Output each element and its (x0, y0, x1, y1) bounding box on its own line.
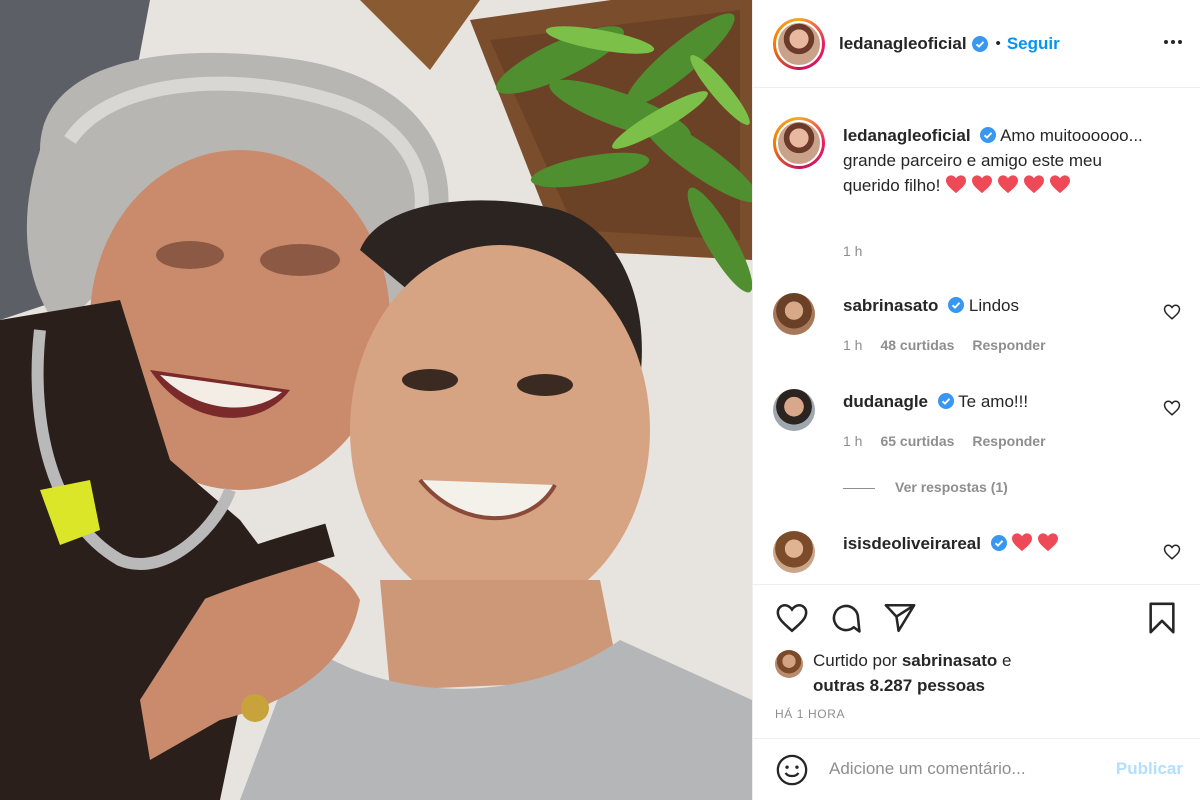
red-heart-icon (1050, 175, 1071, 194)
comment-text: dudanagle Te amo!!! (843, 389, 1141, 414)
comment-time[interactable]: 1 h (843, 433, 862, 449)
comment-meta: 1 h 65 curtidas Responder (843, 433, 1046, 449)
red-heart-icon (1038, 533, 1059, 552)
comment-item: sabrinasato Lindos 1 h 48 curtidas Respo… (773, 289, 1181, 359)
comment-text: sabrinasato Lindos (843, 293, 1141, 318)
comment-hearts (1011, 533, 1063, 553)
comment-likes[interactable]: 48 curtidas (880, 337, 954, 353)
red-heart-icon (1024, 175, 1045, 194)
post-side-panel: ledanagleoficial • Seguir ledanagleofici… (752, 0, 1200, 800)
liked-by-prefix: Curtido por (813, 651, 898, 670)
commenter-avatar[interactable] (773, 293, 815, 335)
liked-by-others[interactable]: outras 8.287 pessoas (813, 676, 985, 695)
smiley-icon[interactable] (775, 753, 809, 787)
red-heart-icon (1012, 533, 1033, 552)
caption-text: ledanagleoficial Amo muitoooooo... grand… (843, 123, 1161, 198)
comment-body: Te amo!!! (958, 392, 1029, 411)
comment-time[interactable]: 1 h (843, 337, 862, 353)
caption-hearts (945, 175, 1075, 195)
caption: ledanagleoficial Amo muitoooooo... grand… (773, 117, 1181, 259)
bookmark-icon[interactable] (1145, 601, 1179, 635)
comment-username[interactable]: isisdeoliveirareal (843, 534, 981, 553)
verified-badge-icon (937, 393, 954, 409)
comment-item: dudanagle Te amo!!! 1 h 65 curtidas Resp… (773, 385, 1181, 455)
red-heart-icon (998, 175, 1019, 194)
red-heart-icon (972, 175, 993, 194)
header-separator: • (995, 35, 1001, 52)
verified-badge-icon (971, 35, 988, 52)
comment-body: Lindos (968, 296, 1020, 315)
author-username[interactable]: ledanagleoficial (839, 34, 967, 54)
comment-username[interactable]: sabrinasato (843, 296, 938, 315)
comments-list[interactable]: ledanagleoficial Amo muitoooooo... grand… (753, 89, 1200, 584)
reply-button[interactable]: Responder (972, 433, 1045, 449)
commenter-avatar[interactable] (773, 389, 815, 431)
verified-badge-icon (948, 297, 965, 313)
verified-badge-icon (990, 535, 1007, 551)
comment-item: isisdeoliveirareal (773, 527, 1181, 583)
instagram-post: ledanagleoficial • Seguir ledanagleofici… (0, 0, 1200, 800)
more-horizontal-icon[interactable] (1161, 30, 1185, 54)
replies-divider (843, 488, 875, 489)
comment-like-heart-icon[interactable] (1163, 399, 1181, 417)
comment-like-heart-icon[interactable] (1163, 543, 1181, 561)
heart-outline-icon[interactable] (775, 601, 809, 635)
comment-text: isisdeoliveirareal (843, 531, 1141, 556)
post-photo[interactable] (0, 0, 752, 800)
comment-input[interactable] (829, 759, 1079, 779)
post-time-ago[interactable]: HÁ 1 HORA (775, 707, 845, 721)
comment-bubble-icon[interactable] (829, 601, 863, 635)
selfie-illustration (0, 0, 752, 800)
red-heart-icon (946, 175, 967, 194)
publish-button[interactable]: Publicar (1116, 759, 1183, 779)
reply-button[interactable]: Responder (972, 337, 1045, 353)
view-replies-row[interactable]: Ver respostas (1) (773, 477, 1181, 501)
add-comment-bar: Publicar (753, 738, 1200, 800)
caption-meta: 1 h (843, 243, 862, 259)
paper-plane-icon[interactable] (883, 601, 917, 635)
comment-like-heart-icon[interactable] (1163, 303, 1181, 321)
comment-meta: 1 h 48 curtidas Responder (843, 337, 1046, 353)
caption-avatar[interactable] (773, 117, 825, 169)
comment-username[interactable]: dudanagle (843, 392, 928, 411)
comment-likes[interactable]: 65 curtidas (880, 433, 954, 449)
liked-by-text: Curtido por sabrinasato e outras 8.287 p… (813, 648, 1011, 698)
view-replies-button[interactable]: Ver respostas (1) (895, 479, 1008, 495)
caption-username[interactable]: ledanagleoficial (843, 126, 971, 145)
verified-badge-icon (980, 127, 997, 143)
post-header: ledanagleoficial • Seguir (753, 0, 1200, 88)
follow-button[interactable]: Seguir (1007, 34, 1060, 54)
liked-by: Curtido por sabrinasato e outras 8.287 p… (775, 648, 1011, 698)
author-avatar[interactable] (773, 17, 825, 70)
commenter-avatar[interactable] (773, 531, 815, 573)
liker-avatar[interactable] (775, 650, 803, 678)
caption-time[interactable]: 1 h (843, 243, 862, 259)
liked-by-joiner: e (1002, 651, 1012, 670)
liked-by-user[interactable]: sabrinasato (902, 651, 997, 670)
action-bar (753, 584, 1200, 656)
